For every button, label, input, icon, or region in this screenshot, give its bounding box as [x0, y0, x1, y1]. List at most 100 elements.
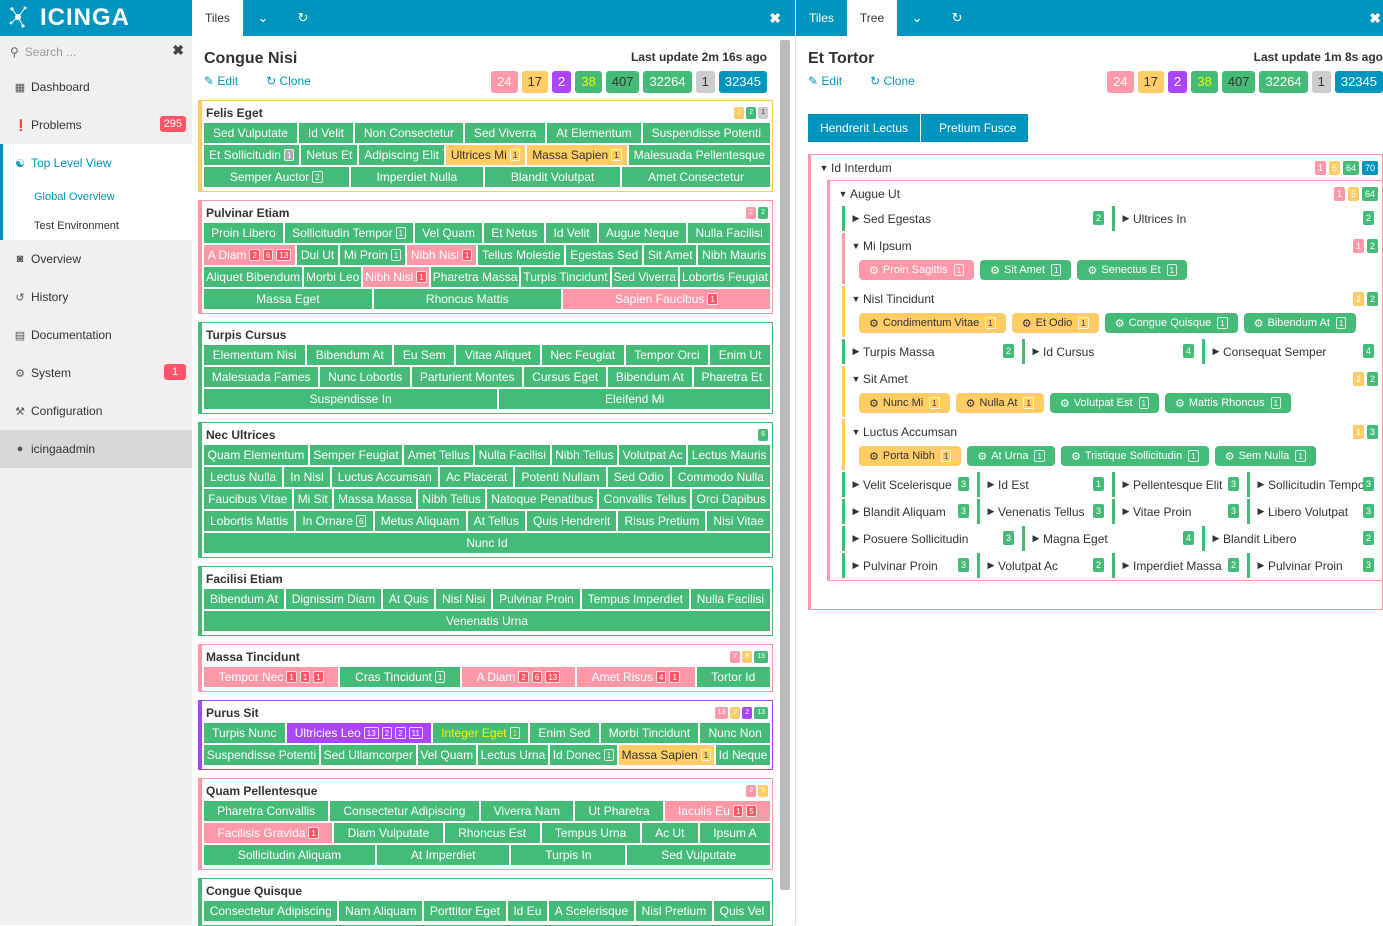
refresh-icon[interactable]: ↻ [283, 0, 323, 36]
group-title[interactable]: Felis Eget 2 2 1 [204, 103, 770, 123]
service-tile[interactable]: Massa Sapien 1 [527, 145, 627, 165]
service-tile[interactable]: Nec Feugiat [541, 345, 624, 365]
service-tile[interactable]: Eu Sem [394, 345, 455, 365]
caret-down-icon[interactable]: ▼ [849, 427, 863, 437]
service-tile[interactable]: Eleifend Mi [499, 389, 770, 409]
tree-node[interactable]: ▼ Luctus Accumsan 1 3 [845, 419, 1382, 444]
scrollbar[interactable] [780, 40, 790, 890]
service-tile[interactable]: Nibh Tellus [551, 445, 618, 465]
service-tile[interactable]: Amet Tellus [404, 445, 474, 465]
service-tile[interactable]: Morbi Tincidunt [600, 723, 699, 743]
tab-tree[interactable]: Tree [846, 0, 898, 36]
service-tile[interactable]: Amet Consectetur [622, 167, 770, 187]
clear-search-icon[interactable]: ✖ [172, 42, 184, 59]
service-tile[interactable]: Suspendisse In [204, 389, 498, 409]
nav-documentation[interactable]: ▤ Documentation [0, 316, 192, 354]
count-ok[interactable]: 32264 [643, 71, 692, 93]
tree-node[interactable]: ▼ Augue Ut 1 5 64 [830, 181, 1382, 206]
tree-node[interactable]: ▶ Libero Volutpat 3 [1247, 499, 1380, 524]
service-tile[interactable]: Quam Elementum [204, 445, 308, 465]
count-warning[interactable]: 17 [521, 71, 549, 93]
caret-right-icon[interactable]: ▶ [1119, 213, 1133, 224]
service-tile[interactable]: Massa Massa [333, 489, 417, 509]
caret-down-icon[interactable]: ▼ [849, 374, 863, 384]
tree-node[interactable]: ▶ Id Est 1 [977, 472, 1110, 497]
refresh-icon[interactable]: ↻ [937, 0, 977, 36]
service-tile[interactable]: Rhoncus Mattis [373, 289, 561, 309]
service-tile[interactable]: Pharetra Et [693, 367, 771, 387]
caret-right-icon[interactable]: ▶ [849, 533, 863, 544]
clone-link[interactable]: ↻ Clone [266, 74, 325, 88]
service-tile[interactable]: Pharetra Convallis [204, 801, 329, 821]
service-tile[interactable]: Netus Et [301, 145, 358, 165]
service-tile[interactable]: Et Netus [484, 223, 545, 243]
service-tile[interactable]: Luctus Accumsan [331, 467, 438, 487]
service-tile[interactable]: Nibh Mauris [698, 245, 770, 265]
service-tile[interactable]: Orci Dapibus [692, 489, 771, 509]
service-tile[interactable]: Suspendisse Potenti [204, 745, 319, 765]
service-tile[interactable]: Risus Pretium [618, 511, 706, 531]
tab-tiles[interactable]: Tiles [796, 0, 847, 36]
edit-link[interactable]: ✎ Edit [204, 74, 252, 88]
service-tile[interactable]: Bibendum At [204, 589, 284, 609]
service-leaf[interactable]: ⚙ Tristique Sollicitudin 1 [1060, 446, 1209, 466]
tree-node[interactable]: ▶ Vitae Proin 3 [1112, 499, 1245, 524]
count-critical[interactable]: 24 [491, 71, 518, 93]
group-title[interactable]: Congue Quisque [204, 881, 770, 901]
close-icon[interactable]: ✖ [1369, 10, 1381, 27]
service-leaf[interactable]: ⚙ Mattis Rhoncus 1 [1164, 393, 1292, 413]
group-title[interactable]: Pulvinar Etiam 2 2 [204, 203, 770, 223]
service-leaf[interactable]: ⚙ Et Odio 1 [1011, 313, 1099, 333]
service-tile[interactable]: Nulla Facilisi [688, 223, 770, 243]
service-tile[interactable]: Elementum Nisi [204, 345, 306, 365]
caret-right-icon[interactable]: ▶ [1209, 533, 1223, 544]
service-tile[interactable]: Sollicitudin Aliquam [204, 845, 376, 865]
service-tile[interactable]: Adipiscing Elit [359, 145, 444, 165]
service-tile[interactable]: Sed Odio [607, 467, 670, 487]
service-tile[interactable]: Ac Ut [641, 823, 698, 843]
service-tile[interactable]: Consectetur Adipiscing [330, 801, 479, 821]
caret-right-icon[interactable]: ▶ [1209, 346, 1223, 357]
caret-down-icon[interactable]: ▼ [849, 294, 863, 304]
caret-down-icon[interactable]: ▼ [836, 189, 850, 199]
tree-node[interactable]: ▼ Sit Amet 2 2 [845, 366, 1382, 391]
service-tile[interactable]: Tempus Urna [541, 823, 640, 843]
service-tile[interactable]: Commodo Nulla [671, 467, 771, 487]
service-tile[interactable]: Faucibus Vitae [204, 489, 292, 509]
service-tile[interactable]: Massa Eget [204, 289, 372, 309]
service-tile[interactable]: Tellus Molestie [478, 245, 565, 265]
service-tile[interactable]: Sed Vulputate [627, 845, 770, 865]
service-tile[interactable]: Tempor Nec 1 1 1 [204, 667, 339, 687]
service-tile[interactable]: Lectus Nulla [204, 467, 283, 487]
service-tile[interactable]: Enim Ut [710, 345, 770, 365]
service-tile[interactable]: Nibh Tellus [418, 489, 486, 509]
service-tile[interactable]: Nulla Facilisi [690, 589, 770, 609]
service-tile[interactable]: Suspendisse Potenti [642, 123, 771, 143]
service-tile[interactable]: A Diam 2 6 13 [462, 667, 575, 687]
nav-history[interactable]: ↺ History [0, 278, 192, 316]
service-tile[interactable]: Sed Ullamcorper [320, 745, 416, 765]
service-tile[interactable]: Id Eu [507, 901, 548, 921]
count-warning[interactable]: 17 [1137, 71, 1165, 93]
service-tile[interactable]: A Diam 2 6 13 [204, 245, 296, 265]
tree-node[interactable]: ▶ Pellentesque Elit 3 [1112, 472, 1245, 497]
service-tile[interactable]: Ac Placerat [439, 467, 514, 487]
service-tile[interactable]: Nam Aliquam [339, 901, 423, 921]
nav-global-overview[interactable]: Global Overview [0, 182, 192, 211]
service-tile[interactable]: Sapien Faucibus 1 [562, 289, 770, 309]
service-tile[interactable]: Id Velit [298, 123, 353, 143]
service-tile[interactable]: Nibh Nisl 1 [407, 245, 477, 265]
count-ok-handled[interactable]: 38 [1191, 71, 1218, 93]
service-tile[interactable]: Massa Sapien 1 [618, 745, 714, 765]
service-leaf[interactable]: ⚙ Sem Nulla 1 [1214, 446, 1316, 466]
group-title[interactable]: Massa Tincidunt 7 8 15 [204, 647, 770, 667]
service-tile[interactable]: Ultricies Leo 13 2 2 11 [286, 723, 432, 743]
service-tile[interactable]: Potenti Nullam [515, 467, 606, 487]
caret-right-icon[interactable]: ▶ [1254, 560, 1268, 571]
service-tile[interactable]: Pharetra Massa [430, 267, 520, 287]
tree-node[interactable]: ▶ Velit Scelerisque 3 [842, 472, 975, 497]
service-tile[interactable]: Facilisis Gravida 1 [204, 823, 333, 843]
service-tile[interactable]: Vel Quam [417, 745, 476, 765]
service-tile[interactable]: Quis Hendrerit [526, 511, 617, 531]
service-tile[interactable]: Iaculis Eu 1 5 [664, 801, 770, 821]
